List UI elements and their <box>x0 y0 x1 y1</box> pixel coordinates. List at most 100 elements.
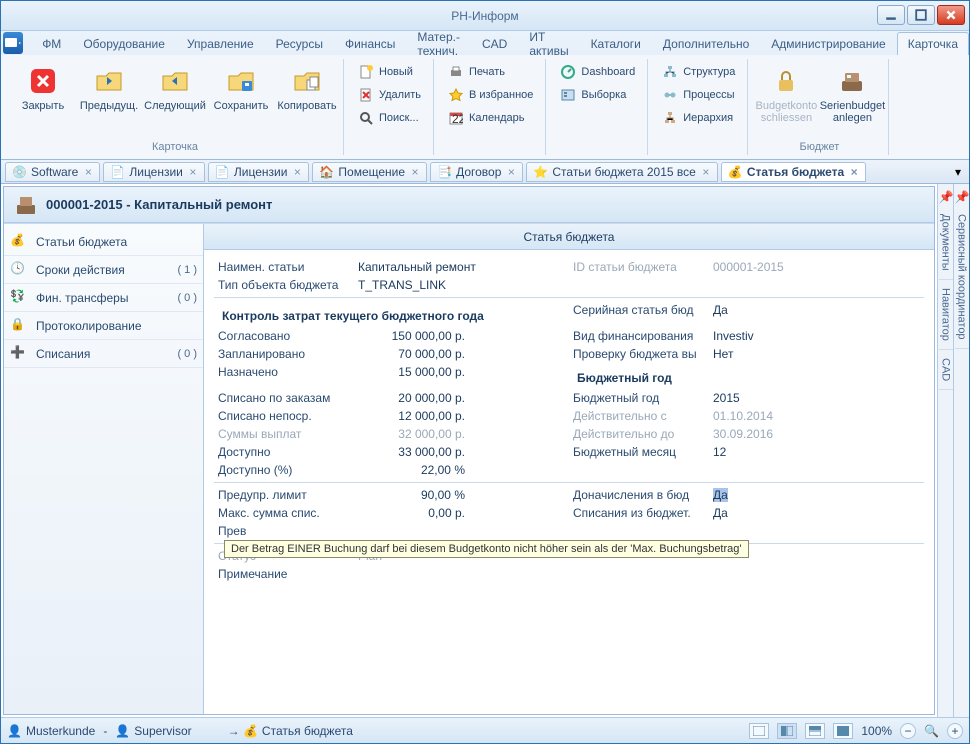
serien-budget-button[interactable]: Serienbudget anlegen <box>822 61 882 128</box>
ribbon-tab-finance[interactable]: Финансы <box>334 32 406 55</box>
pin-icon[interactable]: 📌 <box>955 190 969 204</box>
nav-validity[interactable]: 🕓Сроки действия( 1 ) <box>4 256 203 284</box>
valid-from-value: 01.10.2014 <box>713 409 920 423</box>
doctab-contract[interactable]: 📑Договор× <box>430 162 523 182</box>
close-tab-icon[interactable]: × <box>188 167 198 177</box>
nav-logging[interactable]: 🔒Протоколирование <box>4 312 203 340</box>
close-tab-icon[interactable]: × <box>410 167 420 177</box>
next-button[interactable]: Следующий <box>145 61 205 116</box>
status-user2: 👤 Supervisor <box>115 724 191 738</box>
ribbon-tab-resources[interactable]: Ресурсы <box>265 32 334 55</box>
title-bar: РН-Информ <box>1 1 969 31</box>
month-value[interactable]: 12 <box>713 445 920 459</box>
assigned-label: Назначено <box>218 365 358 387</box>
view-mode-1[interactable] <box>749 723 769 739</box>
wo-budget-value[interactable]: Да <box>713 506 920 520</box>
structure-button[interactable]: Структура <box>656 61 741 83</box>
ribbon-group-budget-label: Бюджет <box>756 139 882 153</box>
doctab-licenses-2[interactable]: 📄Лицензии× <box>208 162 310 182</box>
new-button[interactable]: Новый <box>352 61 427 83</box>
fintype-value[interactable]: Investiv <box>713 329 920 343</box>
zoom-in-button[interactable]: + <box>947 723 963 739</box>
agreed-value[interactable]: 150 000,00 р. <box>358 329 565 343</box>
ribbon-tab-extra[interactable]: Дополнительно <box>652 32 760 55</box>
nav-transfers[interactable]: 💱Фин. трансферы( 0 ) <box>4 284 203 312</box>
check-value[interactable]: Нет <box>713 347 920 361</box>
copy-button[interactable]: Копировать <box>277 61 337 116</box>
panel-navigator[interactable]: Навигатор <box>939 280 953 350</box>
exceed-label: Прев <box>218 524 358 538</box>
pin-icon[interactable]: 📌 <box>939 190 953 204</box>
app-icon: 💿 <box>12 165 26 179</box>
close-card-button[interactable]: Закрыть <box>13 61 73 116</box>
month-label: Бюджетный месяц <box>573 445 713 459</box>
previous-button[interactable]: Предыдущ. <box>79 61 139 116</box>
hierarchy-button[interactable]: Иерархия <box>656 107 741 129</box>
app-menu-button[interactable] <box>3 32 23 54</box>
magnifier-icon[interactable]: 🔍 <box>924 724 939 738</box>
view-mode-2[interactable] <box>777 723 797 739</box>
close-tab-icon[interactable]: × <box>292 167 302 177</box>
breadcrumb[interactable]: → 💰 Статья бюджета <box>228 724 353 738</box>
maximize-button[interactable] <box>907 5 935 25</box>
close-tab-icon[interactable]: × <box>849 167 859 177</box>
assigned-value[interactable]: 15 000,00 р. <box>358 365 565 387</box>
panel-cad[interactable]: CAD <box>939 350 953 390</box>
close-icon <box>27 65 59 97</box>
calendar-button[interactable]: 22Календарь <box>442 107 539 129</box>
planned-value[interactable]: 70 000,00 р. <box>358 347 565 361</box>
serial-value[interactable]: Да <box>713 303 920 325</box>
budget-close-button[interactable]: Budgetkonto schliessen <box>756 61 816 128</box>
view-mode-4[interactable] <box>833 723 853 739</box>
zoom-out-button[interactable]: − <box>900 723 916 739</box>
nav-budget-items[interactable]: 💰Статьи бюджета <box>4 228 203 256</box>
doctab-software[interactable]: 💿Software× <box>5 162 100 182</box>
year-value[interactable]: 2015 <box>713 391 920 405</box>
ribbon-tab-admin[interactable]: Администрирование <box>760 32 896 55</box>
favorite-button[interactable]: В избранное <box>442 84 539 106</box>
search-button[interactable]: Поиск... <box>352 107 427 129</box>
avail-value[interactable]: 33 000,00 р. <box>358 445 565 459</box>
tooltip: Der Betrag EINER Buchung darf bei diesem… <box>224 540 749 558</box>
valid-from-label: Действительно с <box>573 409 713 423</box>
objtype-value[interactable]: T_TRANS_LINK <box>358 278 565 292</box>
dashboard-button[interactable]: Dashboard <box>554 61 641 83</box>
ribbon-tab-catalogs[interactable]: Каталоги <box>580 32 652 55</box>
panel-documents[interactable]: Документы <box>939 206 953 280</box>
processes-button[interactable]: Процессы <box>656 84 741 106</box>
view-mode-3[interactable] <box>805 723 825 739</box>
doctab-budget-items[interactable]: ⭐Статьи бюджета 2015 все× <box>526 162 717 182</box>
sample-icon <box>560 87 576 103</box>
max-value[interactable]: 0,00 р. <box>358 506 565 520</box>
ribbon-tab-manage[interactable]: Управление <box>176 32 265 55</box>
panel-service-coordinator[interactable]: Сервисный координатор <box>955 206 969 349</box>
delete-button[interactable]: Удалить <box>352 84 427 106</box>
ribbon-tab-fm[interactable]: ФМ <box>31 32 72 55</box>
ribbon-tab-card[interactable]: Карточка <box>897 32 969 55</box>
doctab-budget-item[interactable]: 💰Статья бюджета× <box>721 162 866 182</box>
close-tab-icon[interactable]: × <box>83 167 93 177</box>
minimize-button[interactable] <box>877 5 905 25</box>
close-button[interactable] <box>937 5 965 25</box>
doctab-licenses-1[interactable]: 📄Лицензии× <box>103 162 205 182</box>
name-value[interactable]: Капитальный ремонт <box>358 260 565 274</box>
nav-writeoffs[interactable]: ➕Списания( 0 ) <box>4 340 203 368</box>
writeoff-ord-value[interactable]: 20 000,00 р. <box>358 391 565 405</box>
ribbon-tab-cad[interactable]: CAD <box>471 32 518 55</box>
doctab-room[interactable]: 🏠Помещение× <box>312 162 427 182</box>
warn-value[interactable]: 90,00 % <box>358 488 565 502</box>
sample-button[interactable]: Выборка <box>554 84 641 106</box>
ribbon-tab-equip[interactable]: Оборудование <box>72 32 176 55</box>
star-icon <box>448 87 464 103</box>
avail-pct-value[interactable]: 22,00 % <box>358 463 565 477</box>
close-tab-icon[interactable]: × <box>506 167 516 177</box>
print-button[interactable]: Печать <box>442 61 539 83</box>
accrual-value[interactable]: Да <box>713 488 920 502</box>
writeoff-dir-value[interactable]: 12 000,00 р. <box>358 409 565 423</box>
save-button[interactable]: Сохранить <box>211 61 271 116</box>
form-title: Статья бюджета <box>204 224 934 250</box>
objtype-label: Тип объекта бюджета <box>218 278 358 292</box>
close-tab-icon[interactable]: × <box>701 167 711 177</box>
tabs-menu-button[interactable]: ▾ <box>951 165 965 179</box>
avail-pct-label: Доступно (%) <box>218 463 358 477</box>
